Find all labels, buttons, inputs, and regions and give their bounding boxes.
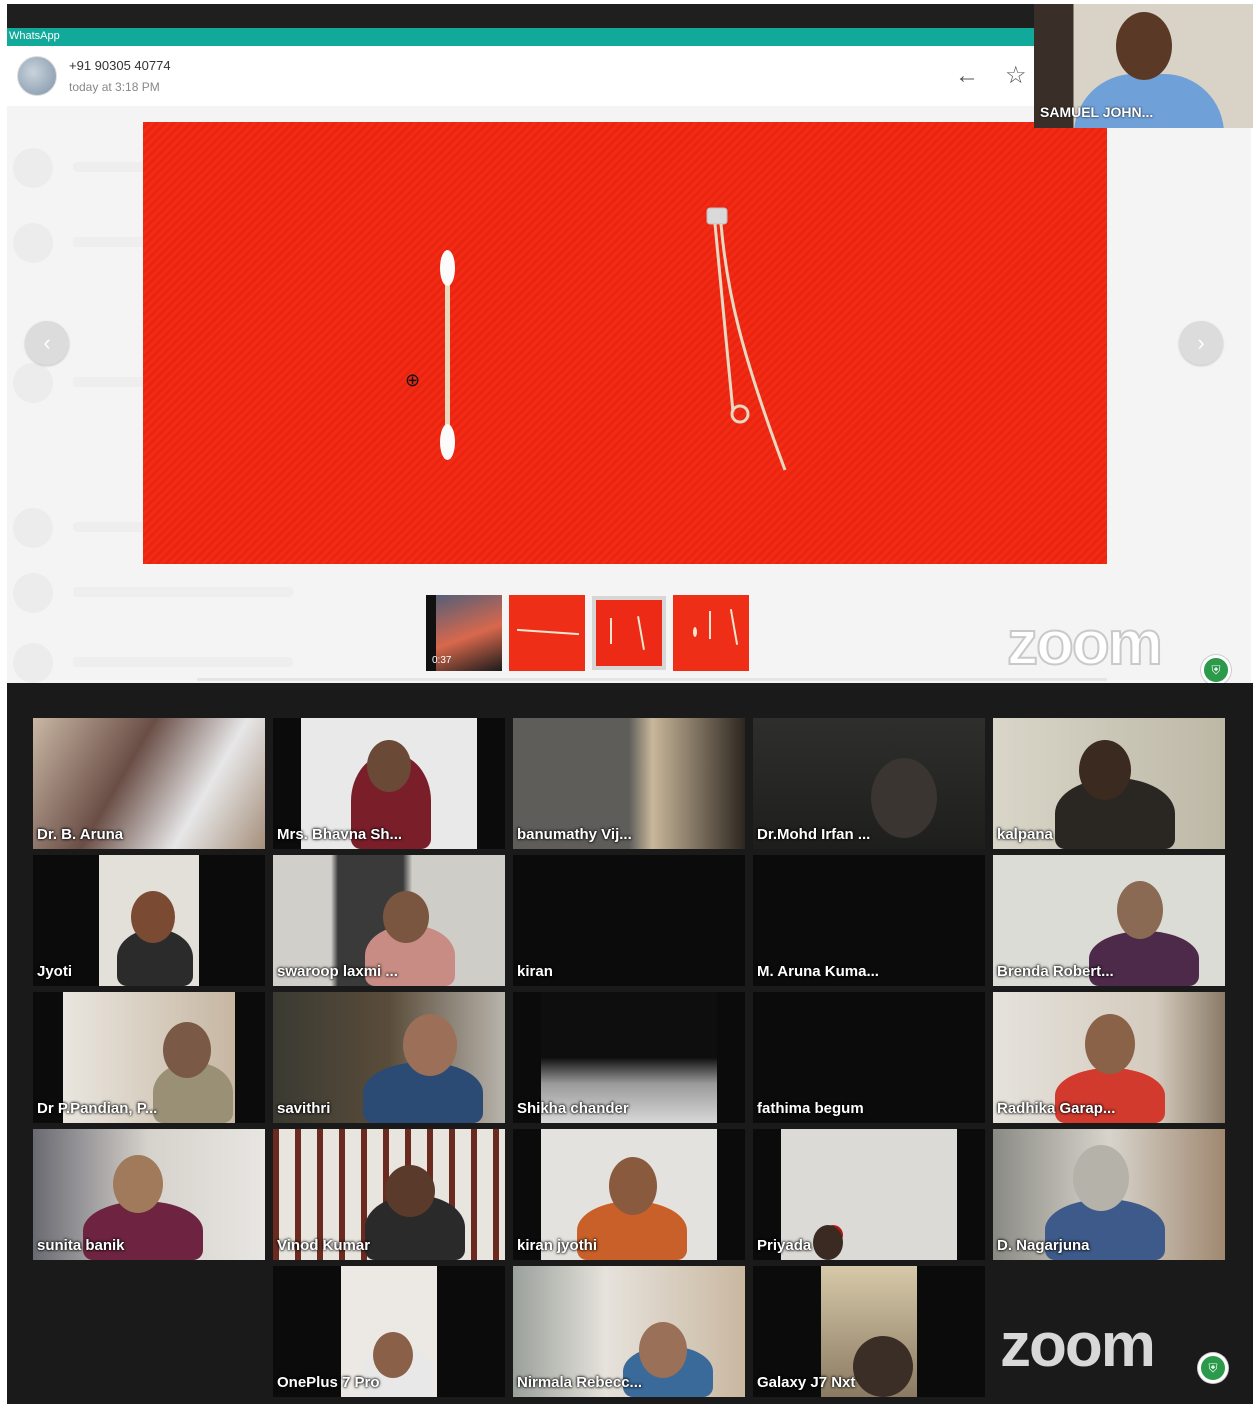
whatsapp-title-bar: WhatsApp: [7, 28, 1035, 46]
participant-name: Nirmala Rebecc...: [517, 1374, 643, 1391]
media-thumbnail[interactable]: [673, 595, 749, 671]
participant-name: Vinod Kumar: [277, 1237, 371, 1254]
participant-tile[interactable]: Jyoti: [33, 855, 265, 986]
participant-tile[interactable]: fathima begum: [753, 992, 985, 1123]
participant-name: Dr.Mohd Irfan ...: [757, 826, 871, 843]
participant-name: fathima begum: [757, 1100, 864, 1117]
participant-name: sunita banik: [37, 1237, 125, 1254]
participant-tile[interactable]: Mrs. Bhavna Sh...: [273, 718, 505, 849]
participant-name: D. Nagarjuna: [997, 1237, 1090, 1254]
participant-tile[interactable]: Brenda Robert...: [993, 855, 1225, 986]
previous-media-button[interactable]: ‹: [25, 321, 69, 365]
participant-tile[interactable]: Priyada: [753, 1129, 985, 1260]
participant-name: Radhika Garap...: [997, 1100, 1116, 1117]
safety-pin: [706, 207, 787, 471]
participant-name: kiran: [517, 963, 553, 980]
media-image[interactable]: ⊕: [143, 122, 1107, 564]
participant-tile[interactable]: Dr P.Pandian, P...: [33, 992, 265, 1123]
media-thumbnail-video[interactable]: 0:37: [426, 595, 502, 671]
participant-tile[interactable]: M. Aruna Kuma...: [753, 855, 985, 986]
zoom-watermark: zoom: [1006, 608, 1164, 679]
participant-tile[interactable]: D. Nagarjuna: [993, 1129, 1225, 1260]
participant-name: OnePlus 7 Pro: [277, 1374, 380, 1391]
cotton-swab-tip: [440, 424, 455, 460]
shield-icon: ⛨: [1198, 1353, 1228, 1383]
cotton-swab-tip: [440, 250, 455, 286]
participant-tile[interactable]: kiran: [513, 855, 745, 986]
speaker-face: [1116, 12, 1172, 80]
participant-name: Jyoti: [37, 963, 73, 980]
participant-name: Galaxy J7 Nxt: [757, 1374, 856, 1391]
participant-tile[interactable]: Galaxy J7 Nxt: [753, 1266, 985, 1397]
participant-tile[interactable]: Nirmala Rebecc...: [513, 1266, 745, 1397]
participant-tile[interactable]: Dr.Mohd Irfan ...: [753, 718, 985, 849]
participant-name: Priyada: [757, 1237, 812, 1254]
shield-icon: ⛨: [1201, 655, 1231, 683]
participant-tile[interactable]: kalpana: [993, 718, 1225, 849]
participant-tile[interactable]: OnePlus 7 Pro: [273, 1266, 505, 1397]
contact-avatar[interactable]: [17, 56, 57, 96]
next-media-button[interactable]: ›: [1179, 321, 1223, 365]
participant-name: Shikha chander: [517, 1100, 629, 1117]
speaker-name: SAMUEL JOHN...: [1040, 104, 1154, 120]
participant-tile[interactable]: sunita banik: [33, 1129, 265, 1260]
media-thumbnail-selected[interactable]: [592, 596, 666, 670]
star-icon[interactable]: ☆: [1005, 61, 1027, 90]
chevron-right-icon: ›: [1197, 330, 1205, 355]
thumbnail-scrollbar[interactable]: [197, 678, 1107, 681]
participant-name: M. Aruna Kuma...: [757, 963, 879, 980]
participant-tile[interactable]: Vinod Kumar: [273, 1129, 505, 1260]
participant-name: Mrs. Bhavna Sh...: [277, 826, 403, 843]
participant-tile[interactable]: kiran jyothi: [513, 1129, 745, 1260]
active-speaker-video[interactable]: SAMUEL JOHN...: [1034, 4, 1253, 128]
participant-name: savithri: [277, 1100, 331, 1117]
participant-name: swaroop laxmi ...: [277, 963, 398, 980]
app-title: WhatsApp: [9, 30, 60, 42]
participant-tile[interactable]: swaroop laxmi ...: [273, 855, 505, 986]
participant-name: kiran jyothi: [517, 1237, 598, 1254]
participant-tile[interactable]: Radhika Garap...: [993, 992, 1225, 1123]
video-duration: 0:37: [432, 655, 452, 666]
media-thumbnail[interactable]: [509, 595, 585, 671]
participant-name: kalpana: [997, 826, 1053, 843]
participant-name: Brenda Robert...: [997, 963, 1114, 980]
participant-tile[interactable]: banumathy Vij...: [513, 718, 745, 849]
participant-gallery: Dr. B. Aruna Mrs. Bhavna Sh... banumathy…: [7, 683, 1253, 1404]
participant-name: banumathy Vij...: [517, 826, 632, 843]
participant-tile[interactable]: Dr. B. Aruna: [33, 718, 265, 849]
participant-tile[interactable]: Shikha chander: [513, 992, 745, 1123]
arrow-left-icon[interactable]: ←: [955, 62, 979, 90]
message-timestamp: today at 3:18 PM: [69, 80, 160, 94]
zoom-in-cursor-icon: ⊕: [405, 370, 421, 390]
chevron-left-icon: ‹: [43, 330, 51, 355]
participant-tile[interactable]: savithri: [273, 992, 505, 1123]
participant-name: Dr P.Pandian, P...: [37, 1100, 158, 1117]
contact-number: +91 90305 40774: [69, 58, 171, 73]
participant-name: Dr. B. Aruna: [37, 826, 124, 843]
zoom-watermark: zoom: [1000, 1311, 1156, 1380]
